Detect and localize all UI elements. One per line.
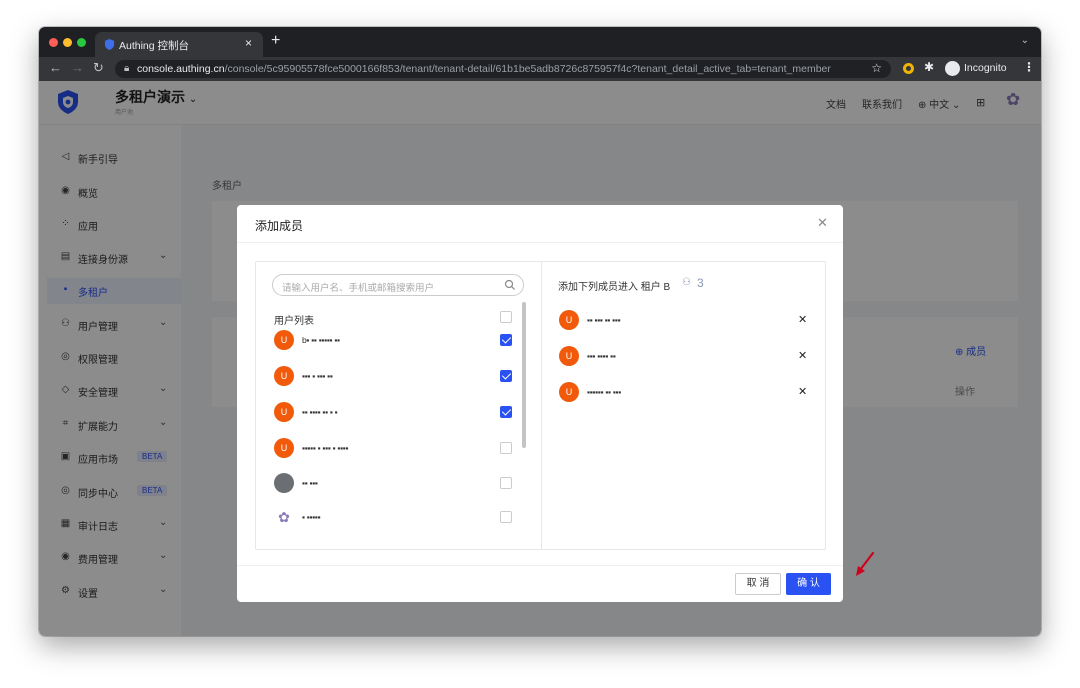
bookmark-star-icon[interactable]: ☆ bbox=[871, 61, 882, 75]
selected-user-name: ▪▪ ▪▪▪ ▪▪ ▪▪▪ bbox=[587, 315, 621, 325]
user-name: ▪▪▪▪▪ ▪ ▪▪▪ ▪ ▪▪▪▪ bbox=[302, 443, 349, 453]
close-icon[interactable]: ✕ bbox=[817, 215, 828, 231]
panel-divider bbox=[541, 262, 542, 549]
reload-icon[interactable]: ↻ bbox=[93, 60, 104, 76]
back-arrow-icon[interactable]: ← bbox=[49, 60, 62, 76]
user-avatar bbox=[274, 473, 294, 493]
selected-header: 添加下列成员进入 租户 B bbox=[558, 282, 671, 293]
user-avatar: U bbox=[274, 402, 294, 422]
add-member-modal: 添加成员 ✕ 请输入用户名、手机或邮箱搜索用户 用户列表 Ub▪ ▪▪ ▪▪▪▪… bbox=[237, 205, 843, 602]
user-list-header: 用户列表 bbox=[274, 316, 314, 327]
user-name: ▪▪▪ ▪ ▪▪▪ ▪▪ bbox=[302, 371, 333, 381]
users-icon: ⚇ bbox=[682, 277, 691, 288]
user-search-input[interactable]: 请输入用户名、手机或邮箱搜索用户 bbox=[272, 274, 524, 296]
selected-count: 3 bbox=[697, 276, 704, 290]
url-text: console.authing.cn/console/5c95905578fce… bbox=[137, 63, 831, 75]
user-name: ▪ ▪▪▪▪▪ bbox=[302, 512, 321, 522]
modal-title: 添加成员 bbox=[255, 219, 304, 233]
user-avatar: ✿ bbox=[274, 507, 294, 527]
red-arrow-annotation bbox=[856, 551, 875, 576]
cancel-button[interactable]: 取 消 bbox=[735, 573, 781, 595]
forward-arrow-icon[interactable]: → bbox=[71, 60, 84, 76]
browser-tab[interactable]: Authing 控制台 × bbox=[95, 32, 263, 57]
selected-user-name: ▪▪▪▪▪▪ ▪▪ ▪▪▪ bbox=[587, 387, 621, 397]
user-select-checkbox[interactable] bbox=[500, 511, 512, 523]
user-name: ▪▪ ▪▪▪▪ ▪▪ ▪ ▪ bbox=[302, 407, 338, 417]
app-area: 多租户演示 ⌄ 用户池 文档 联系我们 ⊕ 中文 ⌄ ⊞ ✿ ◁ 新手引导 ◉ 概览 ⁘… bbox=[39, 81, 1041, 636]
tab-search-chevron-icon[interactable]: ⌄ bbox=[1021, 35, 1029, 46]
user-name: ▪▪ ▪▪▪ bbox=[302, 478, 318, 488]
authing-favicon-icon bbox=[104, 39, 115, 50]
user-avatar: U bbox=[274, 330, 294, 350]
selected-user-avatar: U bbox=[559, 382, 579, 402]
extension-ring-icon[interactable] bbox=[903, 63, 914, 74]
extensions-puzzle-icon[interactable]: ✱ bbox=[924, 60, 934, 74]
user-select-checkbox[interactable] bbox=[500, 442, 512, 454]
search-placeholder: 请输入用户名、手机或邮箱搜索用户 bbox=[282, 283, 435, 294]
modal-footer-divider bbox=[237, 565, 843, 566]
remove-user-icon[interactable]: ✕ bbox=[798, 349, 807, 362]
maximize-window-button[interactable] bbox=[77, 38, 86, 47]
tab-close-icon[interactable]: × bbox=[245, 36, 252, 50]
remove-user-icon[interactable]: ✕ bbox=[798, 313, 807, 326]
search-icon[interactable] bbox=[504, 279, 516, 291]
transfer-panel: 请输入用户名、手机或邮箱搜索用户 用户列表 Ub▪ ▪▪ ▪▪▪▪▪ ▪▪ U ▪▪… bbox=[255, 261, 826, 550]
incognito-icon bbox=[945, 61, 960, 76]
selected-user-name: ▪▪▪ ▪▪▪▪ ▪▪ bbox=[587, 351, 616, 361]
browser-tab-bar: Authing 控制台 × + ⌄ bbox=[39, 27, 1041, 57]
address-bar[interactable]: 🔒︎ console.authing.cn/console/5c95905578… bbox=[115, 60, 891, 78]
selected-user-avatar: U bbox=[559, 346, 579, 366]
user-name: b▪ ▪▪ ▪▪▪▪▪ ▪▪ bbox=[302, 335, 340, 345]
user-select-checkbox[interactable] bbox=[500, 477, 512, 489]
user-select-checkbox[interactable] bbox=[500, 370, 512, 382]
browser-window: Authing 控制台 × + ⌄ ← → ↻ 🔒︎ console.authi… bbox=[39, 27, 1041, 636]
incognito-label: Incognito bbox=[964, 62, 1007, 74]
user-avatar: U bbox=[274, 366, 294, 386]
modal-header-divider bbox=[237, 242, 843, 243]
confirm-button[interactable]: 确 认 bbox=[786, 573, 831, 595]
select-all-checkbox[interactable] bbox=[500, 311, 512, 323]
scrollbar-thumb[interactable] bbox=[522, 302, 526, 448]
close-window-button[interactable] bbox=[49, 38, 58, 47]
remove-user-icon[interactable]: ✕ bbox=[798, 385, 807, 398]
minimize-window-button[interactable] bbox=[63, 38, 72, 47]
user-avatar: U bbox=[274, 438, 294, 458]
tab-title: Authing 控制台 bbox=[119, 40, 190, 52]
user-list-scrollbar[interactable] bbox=[522, 302, 526, 542]
selected-user-avatar: U bbox=[559, 310, 579, 330]
user-select-checkbox[interactable] bbox=[500, 406, 512, 418]
lock-icon: 🔒︎ bbox=[124, 63, 130, 74]
new-tab-button[interactable]: + bbox=[271, 33, 280, 49]
browser-toolbar: ← → ↻ 🔒︎ console.authing.cn/console/5c95… bbox=[39, 57, 1041, 81]
browser-menu-icon[interactable]: ⋮ bbox=[1023, 60, 1035, 74]
user-select-checkbox[interactable] bbox=[500, 334, 512, 346]
